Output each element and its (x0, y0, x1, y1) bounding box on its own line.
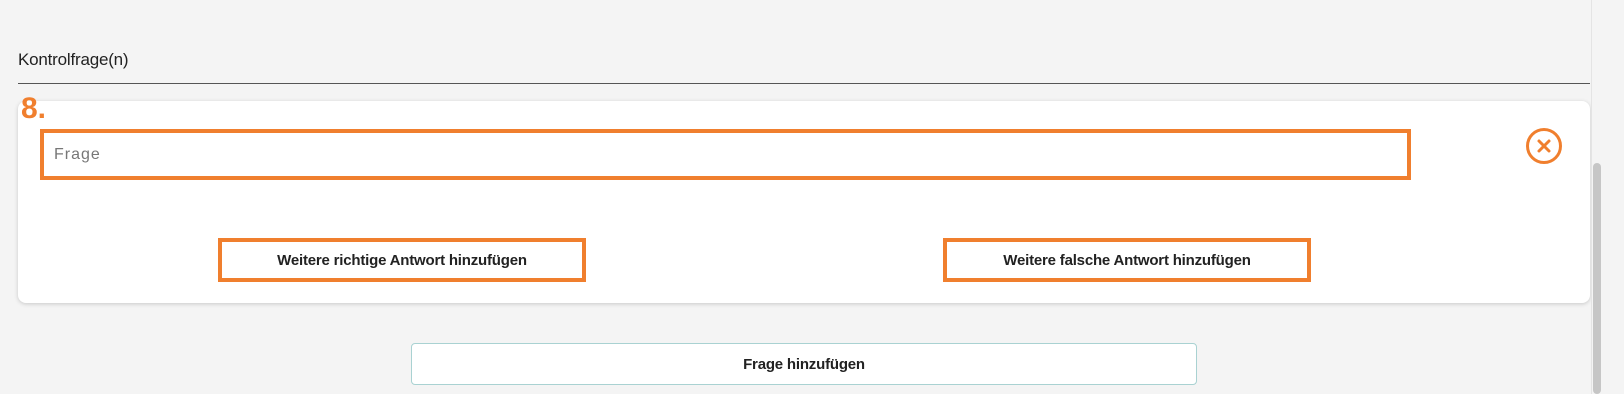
scrollbar-thumb[interactable] (1593, 163, 1601, 394)
question-editor-page: Kontrolfrage(n) 8. Weitere richtige Antw… (0, 0, 1624, 394)
section-divider (18, 83, 1590, 84)
right-gutter (1605, 0, 1624, 394)
add-wrong-answer-button[interactable]: Weitere falsche Antwort hinzufügen (943, 238, 1311, 282)
question-input[interactable] (40, 129, 1411, 180)
add-right-answer-button[interactable]: Weitere richtige Antwort hinzufügen (218, 238, 586, 282)
remove-question-button[interactable] (1526, 128, 1562, 164)
section-title: Kontrolfrage(n) (18, 50, 129, 69)
close-icon (1537, 139, 1551, 153)
add-question-button[interactable]: Frage hinzufügen (411, 343, 1197, 385)
question-number: 8. (21, 92, 47, 125)
